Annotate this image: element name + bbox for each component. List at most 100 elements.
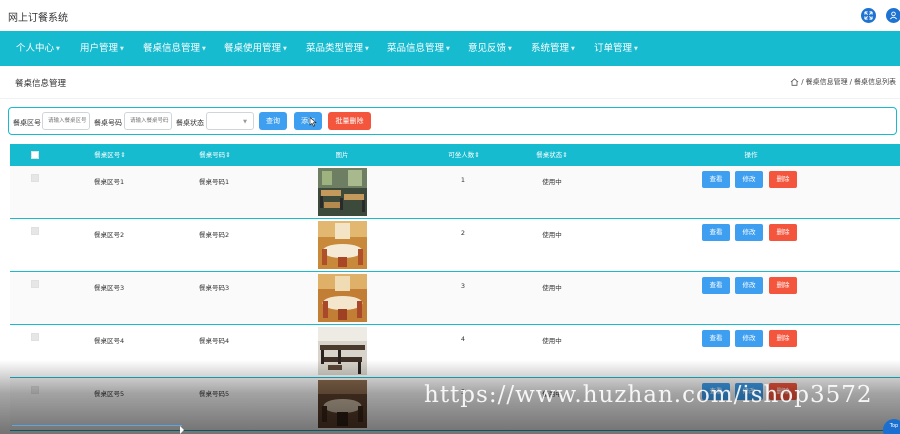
nav-item-label: 系统管理 xyxy=(531,43,570,54)
nav-item-label: 餐桌信息管理 xyxy=(143,43,201,54)
delete-button[interactable]: 删除 xyxy=(769,330,797,347)
status-label: 餐桌状态 xyxy=(176,119,204,127)
table-header: 餐桌区号⇕ 餐桌号码⇕ 图片 可坐人数⇕ 餐桌状态⇕ 操作 xyxy=(10,144,900,166)
row-checkbox[interactable] xyxy=(31,174,39,182)
cell-seats: 2 xyxy=(460,229,466,237)
chevron-down-icon: ▼ xyxy=(365,46,369,52)
table-row: 餐桌区号3 餐桌号码3 3 使用中 查看 修改 删除 xyxy=(10,272,900,325)
nav-item-user-management[interactable]: 用户管理 ▼ xyxy=(80,31,124,66)
row-checkbox[interactable] xyxy=(31,386,39,394)
table-row: 餐桌区号2 餐桌号码2 2 使用中 查看 修改 删除 xyxy=(10,219,900,272)
nav-item-label: 个人中心 xyxy=(16,43,55,54)
chevron-down-icon: ▼ xyxy=(571,46,575,52)
view-button[interactable]: 查看 xyxy=(702,171,730,188)
app-title: 网上订餐系统 xyxy=(8,13,68,24)
breadcrumb-item[interactable]: 餐桌信息管理 xyxy=(806,77,848,87)
chevron-down-icon: ▼ xyxy=(243,119,247,125)
search-panel: 餐桌区号 餐桌号码 餐桌状态 ▼ 查询 添加 批量删除 xyxy=(8,107,897,135)
breadcrumb: / 餐桌信息管理 / 餐桌信息列表 xyxy=(790,77,896,87)
user-icon[interactable] xyxy=(886,8,900,23)
nav-item-table-info-management[interactable]: 餐桌信息管理 ▼ xyxy=(143,31,206,66)
cell-status: 使用中 xyxy=(542,337,562,345)
table-photo xyxy=(318,168,367,216)
horizontal-scrollbar[interactable] xyxy=(12,423,182,427)
row-checkbox[interactable] xyxy=(31,333,39,341)
home-icon[interactable] xyxy=(790,78,799,86)
delete-button[interactable]: 删除 xyxy=(769,224,797,241)
table-row: 餐桌区号1 餐桌号码1 1 使用中 查看 修改 删除 xyxy=(10,166,900,219)
column-header-status[interactable]: 餐桌状态⇕ xyxy=(536,144,567,166)
nav-item-dish-type-management[interactable]: 菜品类型管理 ▼ xyxy=(306,31,369,66)
view-button[interactable]: 查看 xyxy=(702,277,730,294)
pointer-icon xyxy=(180,426,184,434)
edit-button[interactable]: 修改 xyxy=(735,277,763,294)
cell-code: 餐桌号码3 xyxy=(199,284,230,292)
cell-status: 使用中 xyxy=(542,284,562,292)
table-photo xyxy=(318,221,367,269)
cell-seats: 3 xyxy=(460,282,466,290)
zone-input[interactable] xyxy=(42,112,90,130)
chevron-down-icon: ▼ xyxy=(508,46,512,52)
code-input[interactable] xyxy=(124,112,172,130)
cell-status: 使用中 xyxy=(542,231,562,239)
row-checkbox[interactable] xyxy=(31,280,39,288)
nav-item-personal-center[interactable]: 个人中心 ▼ xyxy=(16,31,60,66)
nav-item-label: 菜品信息管理 xyxy=(387,43,445,54)
query-button[interactable]: 查询 xyxy=(259,112,287,130)
scrollbar-thumb[interactable] xyxy=(12,425,182,426)
nav-item-label: 餐桌使用管理 xyxy=(224,43,282,54)
column-header-zone[interactable]: 餐桌区号⇕ xyxy=(94,144,125,166)
column-header-image: 图片 xyxy=(335,151,349,159)
cell-seats: 4 xyxy=(460,335,466,343)
table-photo xyxy=(318,274,367,322)
column-header-seats[interactable]: 可坐人数⇕ xyxy=(448,144,479,166)
nav-item-feedback[interactable]: 意见反馈 ▼ xyxy=(468,31,512,66)
edit-button[interactable]: 修改 xyxy=(735,171,763,188)
cell-code: 餐桌号码4 xyxy=(199,337,230,345)
nav-item-order-management[interactable]: 订单管理 ▼ xyxy=(594,31,638,66)
add-button[interactable]: 添加 xyxy=(294,112,322,130)
nav-item-label: 意见反馈 xyxy=(468,43,507,54)
code-label: 餐桌号码 xyxy=(94,119,122,127)
chevron-down-icon: ▼ xyxy=(634,46,638,52)
table-row: 餐桌区号4 餐桌号码4 4 使用中 查看 修改 删除 xyxy=(10,325,900,378)
chevron-down-icon: ▼ xyxy=(56,46,60,52)
nav-item-system-management[interactable]: 系统管理 ▼ xyxy=(531,31,575,66)
column-header-code[interactable]: 餐桌号码⇕ xyxy=(199,144,230,166)
cell-code: 餐桌号码2 xyxy=(199,231,230,239)
top-bar: 网上订餐系统 xyxy=(0,0,900,31)
cell-seats: 1 xyxy=(460,176,466,184)
cell-code: 餐桌号码1 xyxy=(199,178,230,186)
cell-status: 使用中 xyxy=(542,178,562,186)
page-title: 餐桌信息管理 xyxy=(15,79,67,89)
status-select[interactable]: ▼ xyxy=(206,112,254,130)
cell-zone: 餐桌区号4 xyxy=(94,337,125,345)
chevron-down-icon: ▼ xyxy=(283,46,287,52)
delete-button[interactable]: 删除 xyxy=(769,171,797,188)
cell-code: 餐桌号码5 xyxy=(199,390,230,398)
column-header-actions: 操作 xyxy=(744,151,758,159)
nav-item-table-usage-management[interactable]: 餐桌使用管理 ▼ xyxy=(224,31,287,66)
edit-button[interactable]: 修改 xyxy=(735,330,763,347)
table-photo xyxy=(318,327,367,375)
view-button[interactable]: 查看 xyxy=(702,224,730,241)
nav-item-dish-info-management[interactable]: 菜品信息管理 ▼ xyxy=(387,31,450,66)
breadcrumb-bar: 餐桌信息管理 / 餐桌信息管理 / 餐桌信息列表 xyxy=(0,66,900,99)
cell-zone: 餐桌区号1 xyxy=(94,178,125,186)
delete-button[interactable]: 删除 xyxy=(769,277,797,294)
nav-item-label: 订单管理 xyxy=(594,43,633,54)
row-checkbox[interactable] xyxy=(31,227,39,235)
cell-zone: 餐桌区号3 xyxy=(94,284,125,292)
edit-button[interactable]: 修改 xyxy=(735,224,763,241)
table-photo xyxy=(318,380,367,428)
select-all-checkbox[interactable] xyxy=(31,151,39,159)
cell-zone: 餐桌区号5 xyxy=(94,390,125,398)
main-nav: 个人中心 ▼ 用户管理 ▼ 餐桌信息管理 ▼ 餐桌使用管理 ▼ 菜品类型管理 ▼ 菜品信息… xyxy=(0,31,900,66)
batch-delete-button[interactable]: 批量删除 xyxy=(328,112,371,130)
breadcrumb-item-current: 餐桌信息列表 xyxy=(854,78,896,86)
chevron-down-icon: ▼ xyxy=(120,46,124,52)
view-button[interactable]: 查看 xyxy=(702,330,730,347)
back-to-top-button[interactable]: Top xyxy=(883,419,900,434)
expand-icon[interactable] xyxy=(861,8,876,23)
zone-label: 餐桌区号 xyxy=(13,119,41,127)
